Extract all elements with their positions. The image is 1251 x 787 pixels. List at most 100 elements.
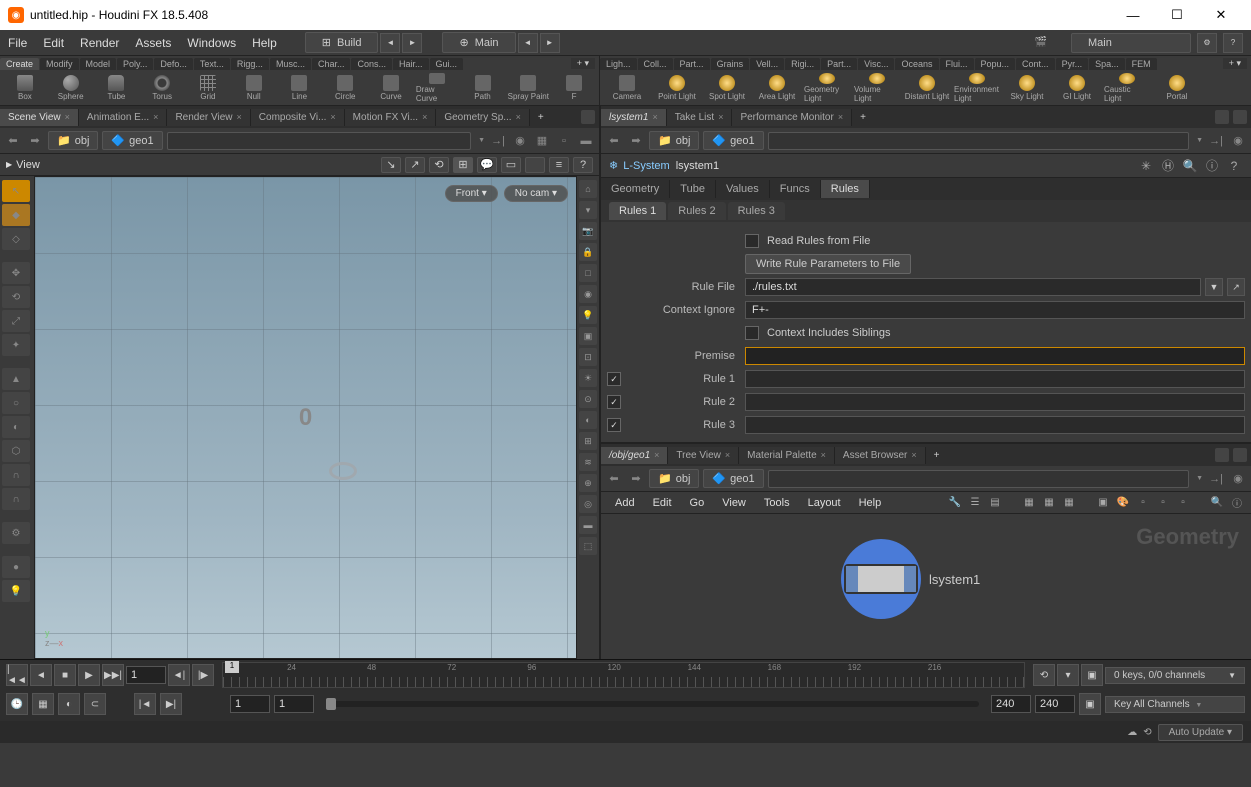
shelf-tool-spotlight[interactable]: Spot Light [704, 73, 750, 103]
parm-path-input[interactable] [768, 132, 1189, 150]
opt2-icon[interactable]: ▫ [555, 132, 573, 150]
key-all-button[interactable]: Key All Channels ▼ [1105, 696, 1245, 713]
viewport-opts-icon[interactable]: ≡ [549, 157, 569, 173]
disp-i[interactable]: ⊞ [579, 432, 597, 450]
net-menu-add[interactable]: Add [607, 495, 643, 511]
disp-d[interactable]: ▣ [579, 327, 597, 345]
net-target[interactable]: ◉ [1229, 470, 1247, 488]
tab-lsystem[interactable]: lsystem1× [601, 109, 667, 126]
cloud-icon[interactable]: ☁ [1127, 727, 1137, 738]
net-tool-h[interactable]: ▫ [1135, 495, 1151, 511]
shelf-tab-collisions[interactable]: Coll... [638, 58, 673, 70]
net-tab-geo[interactable]: /obj/geo1× [601, 447, 668, 464]
shelf-tab-modify[interactable]: Modify [40, 58, 79, 70]
rotate-tool[interactable]: ⟲ [2, 286, 30, 308]
rule-file-drop[interactable]: ▼ [1205, 278, 1223, 296]
settings-icon[interactable]: ⚙ [1197, 33, 1217, 53]
keys-indicator[interactable]: 0 keys, 0/0 channels▼ [1105, 667, 1245, 684]
play-play-button[interactable]: ▶ [78, 664, 100, 686]
rule2-enable[interactable]: ✓ [607, 395, 621, 409]
play-stop-button[interactable]: ■ [54, 664, 76, 686]
play-last-button[interactable]: ▶▶| [102, 664, 124, 686]
shelf-tab-fem[interactable]: FEM [1126, 58, 1157, 70]
shelf-add-button[interactable]: + ▾ [571, 58, 595, 69]
shelf-tab-texture[interactable]: Text... [194, 58, 230, 70]
add-tab-button[interactable]: + [530, 112, 552, 123]
net-tab-material[interactable]: Material Palette× [739, 447, 835, 464]
range-start-input[interactable] [230, 695, 270, 713]
context-ignore-input[interactable] [745, 301, 1245, 319]
snap-icon[interactable]: ↘ [381, 157, 401, 173]
tool-a[interactable]: ▲ [2, 368, 30, 390]
menu-edit[interactable]: Edit [35, 32, 72, 54]
net-tool-d[interactable]: ▦ [1041, 495, 1057, 511]
net-tool-j[interactable]: ▫ [1175, 495, 1191, 511]
rule1-enable[interactable]: ✓ [607, 372, 621, 386]
snap6-icon[interactable]: ▭ [501, 157, 521, 173]
disp-opts[interactable]: ▾ [579, 201, 597, 219]
snap5-icon[interactable]: 💬 [477, 157, 497, 173]
shelf-tool-box[interactable]: Box [4, 73, 46, 103]
disp-l[interactable]: ◎ [579, 495, 597, 513]
shelf-tab-deform[interactable]: Defo... [154, 58, 193, 70]
maximize-button[interactable]: ☐ [1155, 1, 1199, 29]
shelf-tool-skylight[interactable]: Sky Light [1004, 73, 1050, 103]
viewport-help-icon[interactable]: ? [573, 157, 593, 173]
net-add-tab[interactable]: + [926, 450, 948, 461]
network-canvas[interactable]: Geometry ❄ lsystem1 [601, 514, 1251, 659]
shelf-tool-camera[interactable]: Camera [604, 73, 650, 103]
shelf-tab-fluids[interactable]: Flui... [940, 58, 974, 70]
step-fwd-button[interactable]: |▶ [192, 664, 214, 686]
viewport-front-label[interactable]: Front ▾ [445, 185, 498, 202]
parm-path-geo[interactable]: 🔷 geo1 [703, 131, 763, 150]
parm-path-obj[interactable]: 📁 obj [649, 131, 699, 150]
shelf-tool-f[interactable]: F [553, 73, 595, 103]
menu-render[interactable]: Render [72, 32, 127, 54]
shelf-tab-constraints[interactable]: Cons... [351, 58, 392, 70]
disp-cam[interactable]: 📷 [579, 222, 597, 240]
shelf-tab-vellum[interactable]: Vell... [750, 58, 784, 70]
parm-pane-opt[interactable] [1215, 110, 1229, 124]
snap-tool[interactable]: ∩ [2, 464, 30, 486]
subtab-rules2[interactable]: Rules 2 [668, 202, 725, 220]
move-tool[interactable]: ✥ [2, 262, 30, 284]
net-back[interactable]: ⬅ [605, 470, 623, 488]
premise-input[interactable] [745, 347, 1245, 365]
scope-icon[interactable]: ▣ [1081, 664, 1103, 686]
tl2-a[interactable]: 🕒 [6, 693, 28, 715]
rule3-enable[interactable]: ✓ [607, 418, 621, 432]
shelf-tab-pyro[interactable]: Pyr... [1056, 58, 1089, 70]
shelf-tab-containers[interactable]: Cont... [1016, 58, 1055, 70]
read-rules-check[interactable] [745, 234, 759, 248]
help-icon[interactable]: ? [1223, 33, 1243, 53]
shelf-tool-circle[interactable]: Circle [324, 73, 366, 103]
tab-motion-fx[interactable]: Motion FX Vi...× [345, 109, 437, 126]
shelf-tool-distantlight[interactable]: Distant Light [904, 73, 950, 103]
shelf-tool-geomlight[interactable]: Geometry Light [804, 73, 850, 103]
net-menu-help[interactable]: Help [851, 495, 890, 511]
shelf-tool-line[interactable]: Line [279, 73, 321, 103]
net-menu-view[interactable]: View [714, 495, 754, 511]
tab-animation-editor[interactable]: Animation E...× [79, 109, 168, 126]
net-tool-b[interactable]: ▤ [987, 495, 1003, 511]
menu-help[interactable]: Help [244, 32, 285, 54]
path-geo[interactable]: 🔷 geo1 [102, 131, 162, 150]
net-info-icon[interactable]: ⓘ [1229, 495, 1245, 511]
disp-a[interactable]: □ [579, 264, 597, 282]
current-frame-input[interactable] [126, 666, 166, 684]
shelf-tab-particles2[interactable]: Part... [821, 58, 857, 70]
rule-file-browse[interactable]: ↗ [1227, 278, 1245, 296]
tab-scene-view[interactable]: Scene View× [0, 109, 79, 126]
shelf-tool-grid[interactable]: Grid [187, 73, 229, 103]
disp-home[interactable]: ⌂ [579, 180, 597, 198]
tool-d[interactable]: ⬡ [2, 440, 30, 462]
net-path-input[interactable] [768, 470, 1189, 488]
parm-h-icon[interactable]: Ⓗ [1159, 158, 1177, 174]
main-prev-button[interactable]: ◄ [518, 33, 538, 53]
shelf-tool-pointlight[interactable]: Point Light [654, 73, 700, 103]
tool-b[interactable]: ○ [2, 392, 30, 414]
net-tool-g[interactable]: 🎨 [1115, 495, 1131, 511]
menu-file[interactable]: File [0, 32, 35, 54]
shelf-tab-muscles[interactable]: Musc... [270, 58, 311, 70]
shelf-tool-envlight[interactable]: Environment Light [954, 73, 1000, 103]
